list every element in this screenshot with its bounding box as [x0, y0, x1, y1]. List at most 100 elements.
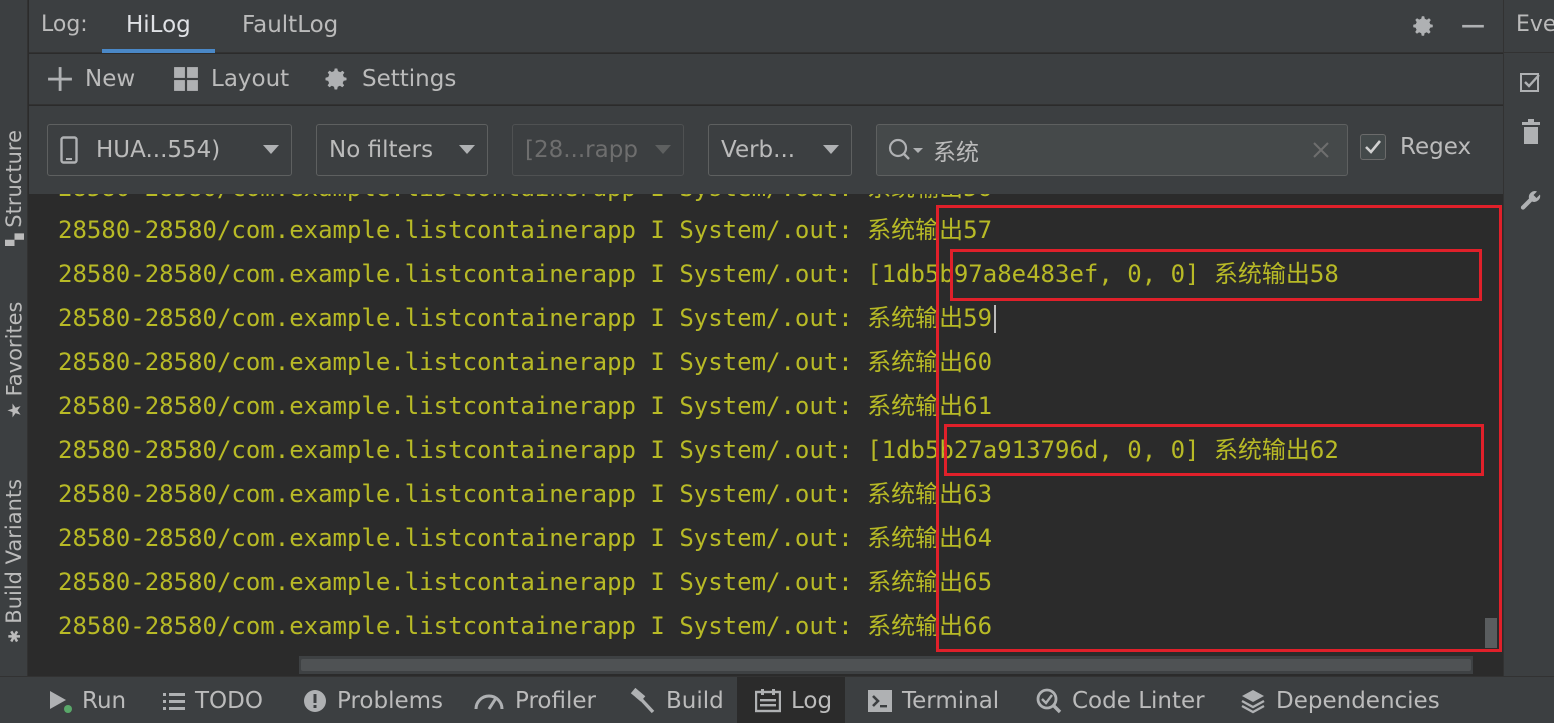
tab-dependencies[interactable]: Dependencies [1240, 677, 1440, 723]
tab-hilog[interactable]: HiLog [102, 0, 215, 53]
log-line: 28580-28580/com.example.listcontainerapp… [58, 516, 992, 560]
tab-code-linter-label: Code Linter [1072, 687, 1205, 714]
settings-button[interactable]: Settings [322, 62, 456, 96]
chevron-down-icon [823, 145, 839, 154]
tab-faultlog-label: FaultLog [242, 12, 339, 38]
log-tab-header: Log: HiLog FaultLog [29, 0, 1503, 53]
device-select[interactable]: HUA...554) [47, 124, 292, 176]
layers-icon [1241, 689, 1265, 713]
log-line-prefix: 28580-28580/com.example.listcontainerapp… [58, 568, 868, 596]
regex-checkbox[interactable] [1360, 134, 1386, 160]
tab-code-linter[interactable]: Code Linter [1036, 677, 1205, 723]
tab-dependencies-label: Dependencies [1276, 687, 1440, 714]
log-line-prefix: 28580-28580/com.example.listcontainerapp… [58, 260, 868, 288]
log-toolbar: New Layout Settings [29, 54, 1503, 105]
chevron-down-icon [263, 145, 279, 154]
run-icon [50, 690, 72, 713]
tab-profiler[interactable]: Profiler [473, 677, 596, 723]
minimize-icon[interactable] [1459, 12, 1487, 40]
search-box[interactable] [876, 124, 1348, 176]
terminal-icon [868, 689, 892, 712]
log-line: 28580-28580/com.example.listcontainerapp… [58, 340, 992, 384]
new-button[interactable]: New [47, 62, 135, 96]
log-line: 28580-28580/com.example.listcontainerapp… [58, 472, 992, 516]
bottom-tool-bar: Run TODO Problems Profiler Build Log Ter… [0, 676, 1554, 723]
tab-log-label: Log [791, 687, 833, 714]
log-line-prefix: 28580-28580/com.example.listcontainerapp… [58, 480, 868, 508]
tab-terminal-label: Terminal [902, 687, 1000, 714]
trash-icon[interactable] [1519, 119, 1543, 144]
build-variants-tool-tab[interactable]: ✱ Build Variants [0, 466, 28, 656]
log-icon [755, 688, 781, 712]
right-tool-strip: Eve [1503, 0, 1554, 676]
build-variants-icon: ✱ [4, 629, 24, 644]
tab-hilog-label: HiLog [126, 12, 191, 38]
log-output[interactable]: 28580-28580/com.example.listcontainerapp… [29, 194, 1503, 676]
regex-toggle[interactable]: Regex [1360, 134, 1471, 160]
right-strip-divider [1504, 52, 1554, 53]
tab-build-label: Build [666, 687, 724, 714]
filter-bar: HUA...554) No filters [28...rapp Verb...… [29, 106, 1503, 194]
log-level-select[interactable]: Verb... [708, 124, 852, 176]
left-tool-strip: ▚ Structure ★ Favorites ✱ Build Variants [0, 0, 28, 676]
layout-button-label: Layout [211, 66, 290, 92]
settings-button-label: Settings [362, 66, 457, 92]
highlight-box-line-62 [944, 424, 1484, 476]
clear-icon[interactable] [1311, 140, 1331, 160]
tab-todo-label: TODO [195, 687, 263, 714]
layout-button[interactable]: Layout [173, 62, 289, 96]
checkbox-icon[interactable] [1519, 70, 1543, 94]
log-line-prefix: 28580-28580/com.example.listcontainerapp… [58, 436, 868, 464]
favorites-tool-tab[interactable]: ★ Favorites [0, 290, 28, 430]
log-line-prefix: 28580-28580/com.example.listcontainerapp… [58, 304, 868, 332]
search-input[interactable] [933, 137, 1293, 163]
gauge-icon [474, 694, 504, 710]
tab-problems-label: Problems [337, 687, 444, 714]
device-select-value: HUA...554) [96, 137, 221, 163]
log-line: 28580-28580/com.example.listcontainerapp… [58, 208, 992, 252]
process-select: [28...rapp [512, 124, 684, 176]
event-log-tab-label[interactable]: Eve [1516, 12, 1554, 37]
wrench-icon[interactable] [1519, 188, 1543, 212]
layout-icon [174, 67, 198, 91]
search-icon[interactable] [887, 136, 925, 164]
process-select-value: [28...rapp [525, 137, 638, 163]
filter-mode-select[interactable]: No filters [316, 124, 488, 176]
favorites-tab-label: Favorites [2, 301, 26, 397]
star-icon: ★ [3, 402, 25, 419]
build-variants-tab-label: Build Variants [2, 478, 27, 624]
regex-label: Regex [1400, 134, 1472, 160]
tab-faultlog[interactable]: FaultLog [218, 0, 362, 53]
gear-icon[interactable] [1409, 12, 1437, 40]
tab-profiler-label: Profiler [515, 687, 596, 714]
phone-icon [60, 136, 78, 164]
tab-run[interactable]: Run [48, 677, 126, 723]
tab-problems[interactable]: Problems [303, 677, 443, 723]
filter-mode-value: No filters [329, 137, 434, 163]
plus-icon [48, 67, 72, 91]
log-line-prefix: 28580-28580/com.example.listcontainerapp… [58, 612, 868, 640]
log-prefix-label: Log: [41, 12, 88, 37]
chevron-down-icon [459, 145, 475, 154]
hammer-icon [630, 687, 655, 713]
checkmark-icon [1365, 140, 1382, 154]
log-line: 28580-28580/com.example.listcontainerapp… [58, 604, 992, 648]
tab-todo[interactable]: TODO [163, 677, 263, 723]
log-line: 28580-28580/com.example.listcontainerapp… [58, 560, 992, 604]
structure-tab-label: Structure [2, 129, 27, 228]
horizontal-scrollbar-thumb[interactable] [301, 659, 1471, 671]
structure-icon: ▚ [4, 233, 24, 247]
tab-log[interactable]: Log [737, 677, 845, 723]
tab-build[interactable]: Build [630, 677, 724, 723]
vertical-scrollbar-thumb[interactable] [1485, 618, 1497, 648]
log-line-prefix: 28580-28580/com.example.listcontainerapp… [58, 216, 868, 244]
log-line: 28580-28580/com.example.listcontainerapp… [58, 296, 997, 340]
tab-terminal[interactable]: Terminal [868, 677, 999, 723]
log-line-prefix: 28580-28580/com.example.listcontainerapp… [58, 524, 868, 552]
linter-icon [1036, 688, 1062, 713]
log-line: 28580-28580/com.example.listcontainerapp… [58, 384, 992, 428]
structure-tool-tab[interactable]: ▚ Structure [0, 118, 28, 258]
tab-run-label: Run [82, 687, 127, 714]
problems-icon [304, 689, 326, 712]
new-button-label: New [85, 66, 136, 92]
